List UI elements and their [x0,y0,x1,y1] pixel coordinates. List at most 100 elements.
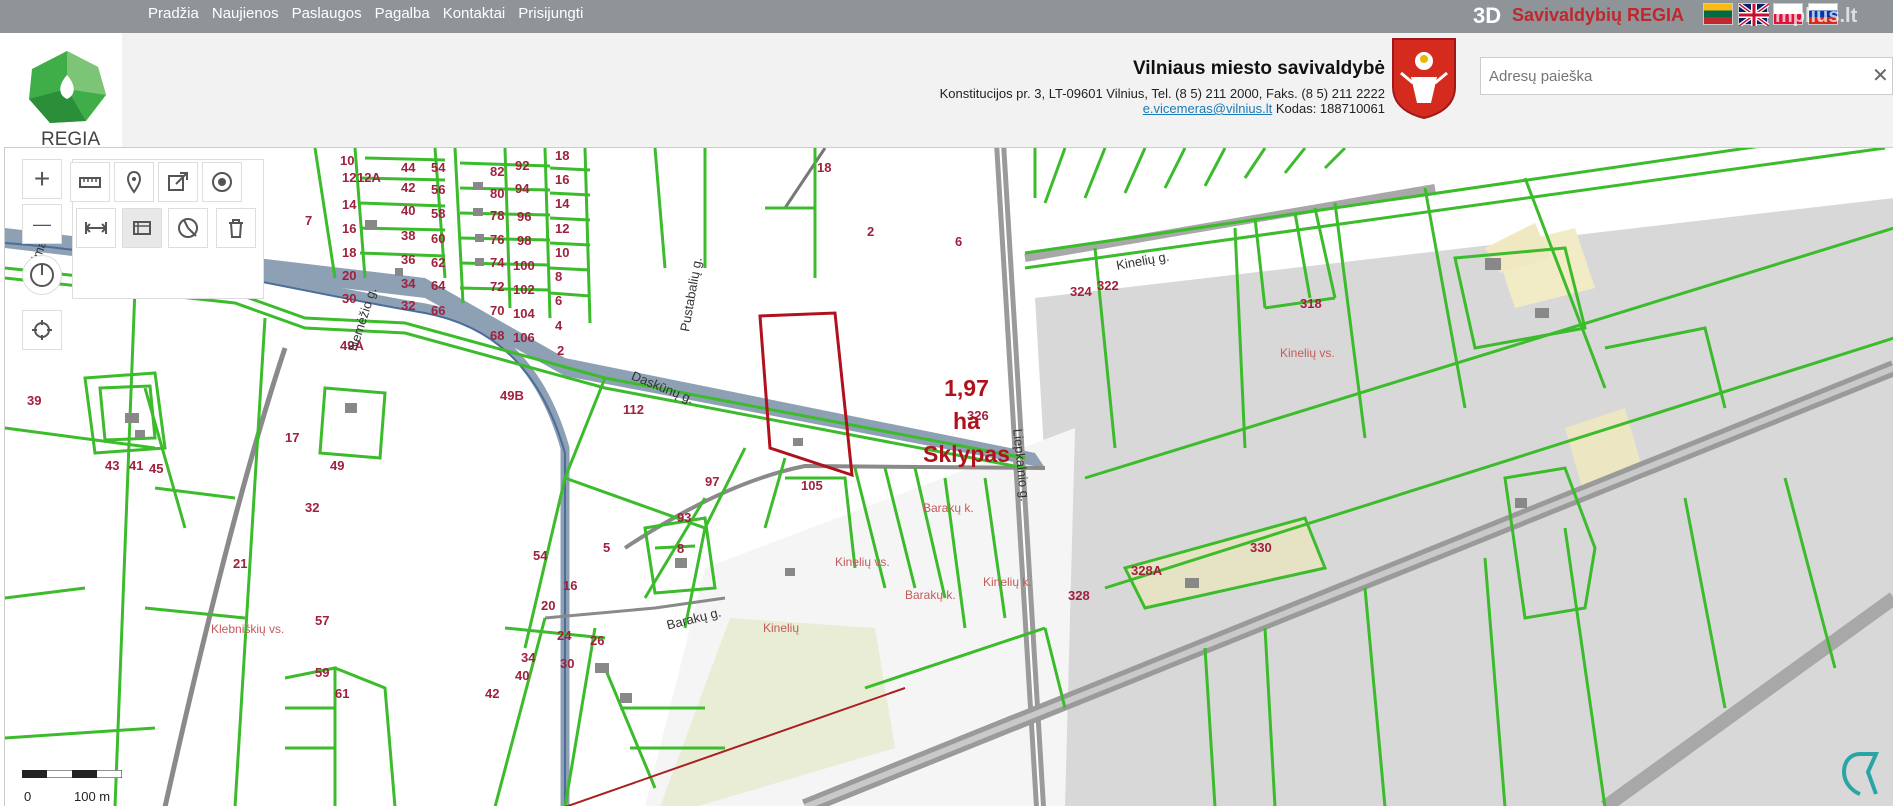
plot-number: 32 [305,500,320,515]
locate-icon[interactable] [22,310,62,350]
plot-number: 330 [1250,540,1272,555]
map-provider-logo [1841,752,1880,796]
address-search-input[interactable] [1480,57,1893,95]
plot-number: 7 [305,213,313,228]
plot-number: 58 [431,206,446,221]
plot-annotation: 1,97 ha Sklypas [923,372,1010,471]
plot-number: 34 [521,650,536,665]
plot-number: 2 [557,343,565,358]
plot-number: 8 [555,269,563,284]
nav-prisijungti[interactable]: Prisijungti [518,5,583,22]
municipality-email-link[interactable]: e.vicemeras@vilnius.lt [1143,101,1273,116]
nav-pagalba[interactable]: Pagalba [375,5,430,22]
plot-number: 104 [513,306,535,321]
plot-number: 72 [490,279,505,294]
plot-number: 324 [1070,284,1092,299]
context-label: Kinelių vs. [1280,346,1335,360]
regia-logo-icon [29,51,106,123]
plot-number: 39 [27,393,42,408]
plot-number: 97 [705,474,720,489]
plot-number: 21 [233,556,248,571]
trash-icon[interactable] [216,208,256,248]
map-canvas[interactable]: 10 44 54 82 92 18 12 12A 42 56 80 94 16 … [4,147,1893,806]
plot-number: 74 [490,255,505,270]
plot-number: 30 [342,291,357,306]
plot-number: 57 [315,613,330,628]
plot-number: 10 [555,245,570,260]
nav-pradzia[interactable]: Pradžia [148,5,199,22]
context-label: Barakų k. [905,588,956,602]
context-label: Barakų k. [923,501,974,515]
plot-number: 5 [603,540,611,555]
plot-number: 45 [149,461,164,476]
plot-number: 38 [401,228,416,243]
plot-number: 76 [490,232,505,247]
plot-number: 20 [342,268,357,283]
municipality-address: Konstitucijos pr. 3, LT-09601 Vilnius, T… [939,86,1385,101]
plot-number: 98 [517,233,532,248]
watermark: mplius.lt [1775,5,1858,27]
regia-logo[interactable]: REGIA [0,33,122,157]
plot-number: 60 [431,231,446,246]
plot-number: 94 [515,181,530,196]
plot-number: 14 [555,196,570,211]
zoom-in-button[interactable]: + [22,159,62,199]
plot-number: 36 [401,252,416,267]
plot-number: 26 [590,633,605,648]
scale-bar [22,770,122,778]
plot-number: 44 [401,160,416,175]
plot-number: 32 [401,298,416,313]
plot-number: 40 [401,203,416,218]
plot-number: 322 [1097,278,1119,293]
plot-number: 68 [490,328,505,343]
brand-3d-link[interactable]: 3D [1473,3,1501,29]
plot-number: 54 [533,548,548,563]
ruler-icon[interactable] [70,162,110,202]
nav-naujienos[interactable]: Naujienos [212,5,279,22]
plot-number: 2 [867,224,875,239]
plot-number: 49B [500,388,524,403]
nav-paslaugos[interactable]: Paslaugos [292,5,362,22]
plot-number: 93 [677,510,692,525]
plot-number: 80 [490,186,505,201]
identify-icon[interactable] [168,208,208,248]
plot-number: 64 [431,278,446,293]
top-navigation: Pradžia Naujienos Paslaugos Pagalba Kont… [148,5,583,22]
plot-number: 328 [1068,588,1090,603]
plot-number: 328A [1131,563,1163,578]
zoom-out-button[interactable]: — [22,204,62,244]
vilnius-coat-of-arms-icon [1392,38,1456,119]
export-icon[interactable] [158,162,198,202]
plot-number: 96 [517,209,532,224]
plot-number: 10 [340,153,355,168]
plot-number: 24 [557,628,572,643]
plot-area-unit: ha [953,408,980,434]
brand-name: Savivaldybių REGIA [1512,5,1685,25]
municipality-code: Kodas: 188710061 [1275,101,1385,116]
municipality-contact: e.vicemeras@vilnius.lt Kodas: 188710061 [1143,101,1385,116]
plot-number: 17 [285,430,300,445]
nav-kontaktai[interactable]: Kontaktai [443,5,506,22]
plot-number: 12A [357,170,381,185]
compass-icon[interactable] [22,255,62,295]
plot-number: 78 [490,208,505,223]
measure-distance-icon[interactable] [76,208,116,248]
english-flag-icon[interactable] [1737,2,1771,28]
plot-number: 14 [342,197,357,212]
plot-number: 16 [563,578,578,593]
plot-number: 16 [555,172,570,187]
measure-area-icon[interactable] [122,208,162,248]
plot-number: 4 [555,318,563,333]
plot-number: 105 [801,478,823,493]
plot-number: 102 [513,282,535,297]
lithuanian-flag-icon[interactable] [1703,3,1733,25]
plot-number: 100 [513,258,535,273]
marker-icon[interactable] [114,162,154,202]
plot-number: 30 [560,656,575,671]
target-icon[interactable] [202,162,242,202]
plot-number: 49 [330,458,345,473]
plot-number: 34 [401,276,416,291]
context-label: Klebniškių vs. [211,622,285,636]
plot-number: 56 [431,182,446,197]
close-icon[interactable]: ✕ [1872,63,1889,88]
